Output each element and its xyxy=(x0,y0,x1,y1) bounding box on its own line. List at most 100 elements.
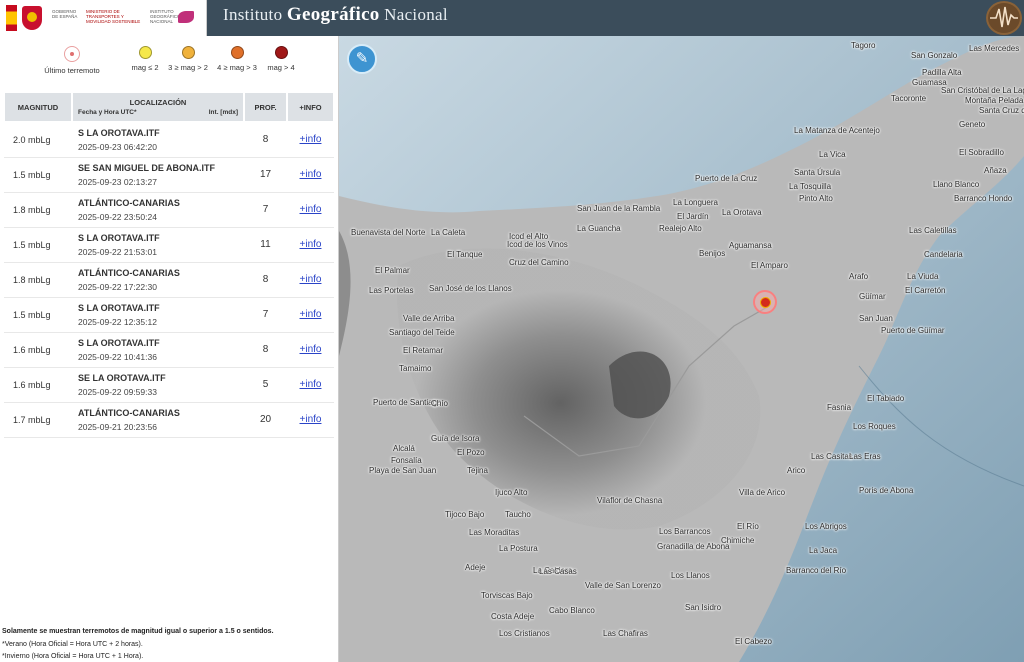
info-link[interactable]: +info xyxy=(300,379,322,390)
map-place-label: Chío xyxy=(431,399,448,408)
magnitude-legend: Último terremoto mag ≤ 2 3 ≥ mag > 2 4 ≥… xyxy=(0,36,339,84)
map-place-label: La Viuda xyxy=(907,272,939,281)
map-place-label: Taucho xyxy=(505,510,531,519)
map-place-label: San Juan xyxy=(859,314,893,323)
yellow-dot-icon xyxy=(138,46,152,59)
map-place-label: El Retamar xyxy=(403,346,444,355)
map-place-label: El Río xyxy=(737,522,759,531)
location-cell: S LA OROTAVA.ITF 2025-09-22 21:53:01 xyxy=(72,227,244,263)
map-place-label: Realejo Alto xyxy=(659,224,702,233)
depth-cell: 7 xyxy=(244,297,287,333)
depth-cell: 8 xyxy=(244,332,287,368)
map-place-label: Las Eras xyxy=(849,452,881,461)
map-place-label: El Cabezo xyxy=(735,637,772,646)
map-place-label: Arico xyxy=(787,466,806,475)
map-place-label: Las Casas xyxy=(539,567,577,576)
map-place-label: La Vica xyxy=(819,150,846,159)
date-time: 2025-09-22 09:59:33 xyxy=(78,386,157,397)
map-place-label: Fasnia xyxy=(827,403,852,412)
date-time: 2025-09-23 02:13:27 xyxy=(78,176,157,187)
location-cell: S LA OROTAVA.ITF 2025-09-22 10:41:36 xyxy=(72,332,244,368)
info-link[interactable]: +info xyxy=(300,134,322,145)
map-place-label: Candelaria xyxy=(924,250,963,259)
map-place-label: Santa Cruz de Tenerife xyxy=(979,106,1024,115)
quake-core-icon xyxy=(760,297,771,308)
info-link[interactable]: +info xyxy=(300,309,322,320)
place-name: S LA OROTAVA.ITF xyxy=(78,127,160,138)
map-place-label: Alcalá xyxy=(393,444,415,453)
depth-cell: 20 xyxy=(244,402,287,438)
legend-last-quake: Último terremoto xyxy=(36,46,108,75)
map-place-label: Valle de San Lorenzo xyxy=(585,581,661,590)
red-dot-icon xyxy=(274,46,288,59)
info-link[interactable]: +info xyxy=(300,414,322,425)
map-place-label: San Cristóbal de La Laguna xyxy=(941,86,1024,95)
map-place-label: Los Barrancos xyxy=(659,527,711,536)
table-row[interactable]: 1.5 mbLg S LA OROTAVA.ITF 2025-09-22 12:35… xyxy=(4,297,334,333)
map-place-label: Valle de Arriba xyxy=(403,314,455,323)
table-row[interactable]: 1.6 mbLg SE LA OROTAVA.ITF 2025-09-22 09:5… xyxy=(4,367,334,403)
info-link[interactable]: +info xyxy=(300,239,322,250)
map-place-label: Padilla Alta xyxy=(922,68,962,77)
map-place-label: El Amparo xyxy=(751,261,788,270)
magnitude-cell: 1.7 mbLg xyxy=(4,402,72,438)
map-place-label: La Caleta xyxy=(431,228,466,237)
table-row[interactable]: 1.7 mbLg ATLÁNTICO-CANARIAS 2025-09-21 20:… xyxy=(4,402,334,438)
place-name: ATLÁNTICO-CANARIAS xyxy=(78,197,180,208)
date-time: 2025-09-21 20:23:56 xyxy=(78,421,157,432)
magnitude-cell: 2.0 mbLg xyxy=(4,122,72,158)
date-time: 2025-09-22 17:22:30 xyxy=(78,281,157,292)
info-link[interactable]: +info xyxy=(300,344,322,355)
ign-title: Instituto Geográfico Nacional xyxy=(223,4,448,26)
depth-cell: 5 xyxy=(244,367,287,403)
map-place-label: Cruz del Camino xyxy=(509,258,569,267)
date-time: 2025-09-23 06:42:20 xyxy=(78,141,157,152)
draw-tool-button[interactable]: ✎ xyxy=(347,44,377,74)
map-place-label: Costa Adeje xyxy=(491,612,535,621)
earthquake-table: MAGNITUD LOCALIZACIÓN Fecha y Hora UTC* … xyxy=(3,91,335,438)
map-place-label: Barranco del Río xyxy=(786,566,847,575)
header-magnitude[interactable]: MAGNITUD xyxy=(3,91,73,123)
map-place-label: Las Caletillas xyxy=(909,226,957,235)
info-cell: +info xyxy=(287,122,334,158)
header-location[interactable]: LOCALIZACIÓN Fecha y Hora UTC* Int. [mdx… xyxy=(71,91,245,123)
table-row[interactable]: 1.8 mbLg ATLÁNTICO-CANARIAS 2025-09-22 23:… xyxy=(4,192,334,228)
map-place-label: Montaña Pelada xyxy=(965,96,1024,105)
header-datetime: Fecha y Hora UTC* xyxy=(78,109,137,116)
header-depth[interactable]: PROF. xyxy=(243,91,288,123)
place-name: S LA OROTAVA.ITF xyxy=(78,232,160,243)
map-place-label: Las Moraditas xyxy=(469,528,520,537)
place-name: S LA OROTAVA.ITF xyxy=(78,337,160,348)
date-time: 2025-09-22 21:53:01 xyxy=(78,246,157,257)
map-place-label: La Postura xyxy=(499,544,538,553)
map-place-label: San Isidro xyxy=(685,603,722,612)
magnitude-cell: 1.5 mbLg xyxy=(4,157,72,193)
last-earthquake-marker[interactable] xyxy=(753,290,777,314)
map-place-label: Granadilla de Abona xyxy=(657,542,730,551)
footnote-winter: *Invierno (Hora Oficial = Hora UTC + 1 H… xyxy=(2,653,144,660)
table-row[interactable]: 1.6 mbLg S LA OROTAVA.ITF 2025-09-22 10:41… xyxy=(4,332,334,368)
location-cell: ATLÁNTICO-CANARIAS 2025-09-22 23:50:24 xyxy=(72,192,244,228)
table-row[interactable]: 1.5 mbLg SE SAN MIGUEL DE ABONA.ITF 2025-0… xyxy=(4,157,334,193)
coat-of-arms-icon xyxy=(22,6,42,30)
info-link[interactable]: +info xyxy=(300,169,322,180)
table-row[interactable]: 1.8 mbLg ATLÁNTICO-CANARIAS 2025-09-22 17:… xyxy=(4,262,334,298)
depth-cell: 8 xyxy=(244,262,287,298)
table-row[interactable]: 1.5 mbLg S LA OROTAVA.ITF 2025-09-22 21:53… xyxy=(4,227,334,263)
table-row[interactable]: 2.0 mbLg S LA OROTAVA.ITF 2025-09-23 06:42… xyxy=(4,122,334,158)
info-link[interactable]: +info xyxy=(300,204,322,215)
info-cell: +info xyxy=(287,262,334,298)
map-place-label: La Guancha xyxy=(577,224,621,233)
map-place-label: El Sobradillo xyxy=(959,148,1004,157)
map-view[interactable]: ✎ Tagoro San Gonzalo Las Mercedes Padilla A… xyxy=(339,36,1024,662)
map-place-label: Tacoronte xyxy=(891,94,927,103)
info-link[interactable]: +info xyxy=(300,274,322,285)
depth-cell: 17 xyxy=(244,157,287,193)
info-cell: +info xyxy=(287,227,334,263)
spain-flag-icon xyxy=(6,5,17,31)
info-cell: +info xyxy=(287,297,334,333)
location-cell: SE LA OROTAVA.ITF 2025-09-22 09:59:33 xyxy=(72,367,244,403)
map-place-label: Torviscas Bajo xyxy=(481,591,533,600)
map-place-label: Las Portelas xyxy=(369,286,414,295)
location-cell: ATLÁNTICO-CANARIAS 2025-09-21 20:23:56 xyxy=(72,402,244,438)
